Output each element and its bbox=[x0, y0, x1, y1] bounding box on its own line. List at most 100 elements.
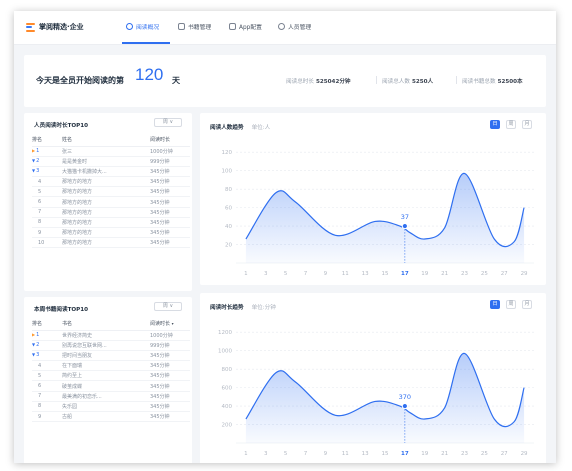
x-tick-label: 23 bbox=[461, 451, 468, 457]
table-row[interactable]: 6 那地方的地方 345分钟 bbox=[32, 196, 190, 208]
table-row[interactable]: 5 那地方的地方 345分钟 bbox=[32, 186, 190, 198]
highlight-value-label: 370 bbox=[399, 393, 411, 401]
name-cell: 那地方的地方 bbox=[62, 217, 150, 229]
col-rank: 排名 bbox=[32, 134, 62, 147]
rank-cell: 5 bbox=[32, 186, 62, 198]
y-tick-label: 60 bbox=[225, 206, 232, 212]
x-tick-label: 29 bbox=[521, 451, 528, 457]
app-window: 掌阅精选·企业 阅读概况 书籍管理 App配置 人员管理 今天是全员开始阅读的第… bbox=[14, 11, 556, 463]
x-tick-label: 7 bbox=[304, 451, 308, 457]
rank-up-icon: ▶ bbox=[32, 148, 36, 154]
col-rank: 排名 bbox=[32, 318, 62, 331]
app-icon bbox=[229, 23, 236, 30]
rank-cell: 7 bbox=[32, 207, 62, 218]
y-tick-label: 20 bbox=[225, 243, 232, 249]
table-row[interactable]: ▼2 别再说您互联世网... 999分钟 bbox=[32, 340, 190, 351]
book-icon bbox=[178, 23, 185, 30]
table-row[interactable]: 9 那地方的地方 345分钟 bbox=[32, 227, 190, 239]
duration-cell: 345分钟 bbox=[150, 401, 190, 413]
rank-cell: 5 bbox=[32, 370, 62, 382]
duration-cell: 345分钟 bbox=[150, 207, 190, 218]
name-cell: 把时间当朋友 bbox=[62, 350, 150, 362]
duration-cell: 345分钟 bbox=[150, 380, 190, 392]
active-tab-indicator bbox=[122, 42, 170, 44]
name-cell: 大猫猫卡机撒掉大... bbox=[62, 166, 150, 178]
rank-cell: ▼2 bbox=[32, 340, 62, 351]
col-name: 姓名 bbox=[62, 134, 150, 147]
rank-cell: 8 bbox=[32, 401, 62, 413]
y-tick-label: 200 bbox=[222, 423, 233, 429]
books-top10-title: 本周书籍阅读TOP10 bbox=[34, 307, 89, 313]
duration-cell: 999分钟 bbox=[150, 156, 190, 167]
x-tick-label: 5 bbox=[284, 271, 288, 277]
name-cell: 别再说您互联世网... bbox=[62, 340, 150, 351]
duration-cell: 345分钟 bbox=[150, 186, 190, 198]
overview-icon bbox=[126, 23, 133, 30]
table-row[interactable]: 10 那地方的地方 345分钟 bbox=[32, 237, 190, 249]
x-tick-label: 1 bbox=[244, 451, 248, 457]
col-duration-sortable[interactable]: 阅读时长 ▾ bbox=[150, 318, 190, 331]
table-row[interactable]: ▼2 是是黄金时 999分钟 bbox=[32, 156, 190, 167]
table-row[interactable]: 7 那地方的地方 345分钟 bbox=[32, 207, 190, 218]
y-tick-label: 1200 bbox=[218, 330, 232, 336]
table-row[interactable]: 6 破茧成蝶 345分钟 bbox=[32, 380, 190, 392]
table-row[interactable]: 5 简约至上 345分钟 bbox=[32, 370, 190, 382]
top-nav: 掌阅精选·企业 阅读概况 书籍管理 App配置 人员管理 bbox=[14, 11, 556, 45]
rank-cell: ▼3 bbox=[32, 350, 62, 362]
x-tick-label: 3 bbox=[264, 271, 268, 277]
x-tick-label: 5 bbox=[284, 451, 288, 457]
table-row[interactable]: ▼3 把时间当朋友 345分钟 bbox=[32, 350, 190, 362]
highlight-value-label: 37 bbox=[401, 213, 409, 221]
books-rank-table: 排名 书名 阅读时长 ▾ ▶1 世界经济简史 1000分钟 ▼2 别再说您互联世网...… bbox=[32, 318, 190, 423]
duration-cell: 345分钟 bbox=[150, 196, 190, 208]
banner-lead: 今天是全员开始阅读的第 bbox=[36, 76, 124, 85]
name-cell: 那地方的地方 bbox=[62, 176, 150, 188]
x-tick-label: 27 bbox=[501, 451, 508, 457]
person-icon bbox=[278, 23, 285, 30]
books-period-select[interactable]: 周 ∨ bbox=[154, 302, 182, 311]
tab-reading-overview[interactable]: 阅读概况 bbox=[126, 22, 159, 31]
x-tick-label: 13 bbox=[362, 451, 369, 457]
name-cell: 破茧成蝶 bbox=[62, 380, 150, 392]
table-row[interactable]: 9 古船 345分钟 bbox=[32, 411, 190, 423]
tab-app-config[interactable]: App配置 bbox=[229, 22, 262, 31]
x-tick-label: 9 bbox=[324, 451, 328, 457]
rank-down-icon: ▼ bbox=[32, 342, 36, 348]
rank-down-icon: ▼ bbox=[32, 352, 36, 358]
x-tick-label: 13 bbox=[362, 271, 369, 277]
x-tick-label: 15 bbox=[382, 451, 389, 457]
x-tick-label: 7 bbox=[304, 271, 308, 277]
y-tick-label: 100 bbox=[222, 169, 233, 175]
tab-book-management[interactable]: 书籍管理 bbox=[178, 22, 211, 31]
duration-cell: 345分钟 bbox=[150, 370, 190, 382]
table-row[interactable]: ▶1 张三 1000分钟 bbox=[32, 146, 190, 157]
table-row[interactable]: 8 失乐园 345分钟 bbox=[32, 401, 190, 413]
x-tick-label: 29 bbox=[521, 271, 528, 277]
duration-cell: 345分钟 bbox=[150, 360, 190, 372]
table-row[interactable]: 7 最美满的初恋乐... 345分钟 bbox=[32, 391, 190, 402]
table-row[interactable]: 4 那地方的地方 345分钟 bbox=[32, 176, 190, 188]
x-tick-label: 19 bbox=[421, 271, 428, 277]
x-tick-label: 17 bbox=[401, 271, 409, 277]
tab-people-management[interactable]: 人员管理 bbox=[278, 22, 311, 31]
x-tick-label: 25 bbox=[481, 271, 488, 277]
col-book: 书名 bbox=[62, 318, 150, 331]
name-cell: 最美满的初恋乐... bbox=[62, 391, 150, 402]
table-row[interactable]: 8 那地方的地方 345分钟 bbox=[32, 217, 190, 229]
name-cell: 世界经济简史 bbox=[62, 330, 150, 341]
x-tick-label: 1 bbox=[244, 271, 248, 277]
table-row[interactable]: 4 在下面瑞 345分钟 bbox=[32, 360, 190, 372]
app-logo[interactable]: 掌阅精选·企业 bbox=[26, 22, 84, 32]
readers-trend-chart: 204060801001201 3 5 7 9 11 13 15 17 19 21 23 25 27 293… bbox=[222, 150, 534, 277]
name-cell: 在下面瑞 bbox=[62, 360, 150, 372]
name-cell: 古船 bbox=[62, 411, 150, 423]
y-tick-label: 600 bbox=[222, 386, 233, 392]
rank-cell: ▼3 bbox=[32, 166, 62, 178]
table-row[interactable]: ▼3 大猫猫卡机撒掉大... 345分钟 bbox=[32, 166, 190, 178]
people-top10-title: 人员阅读时长TOP10 bbox=[34, 123, 89, 129]
table-row[interactable]: ▶1 世界经济简史 1000分钟 bbox=[32, 330, 190, 341]
x-tick-label: 21 bbox=[441, 271, 448, 277]
name-cell: 那地方的地方 bbox=[62, 227, 150, 239]
people-period-select[interactable]: 周 ∨ bbox=[154, 118, 182, 127]
people-top10-panel: 人员阅读时长TOP10 周 ∨ 排名 姓名 阅读时长 ▶1 张三 1000分钟 ▼2 是… bbox=[24, 113, 192, 291]
